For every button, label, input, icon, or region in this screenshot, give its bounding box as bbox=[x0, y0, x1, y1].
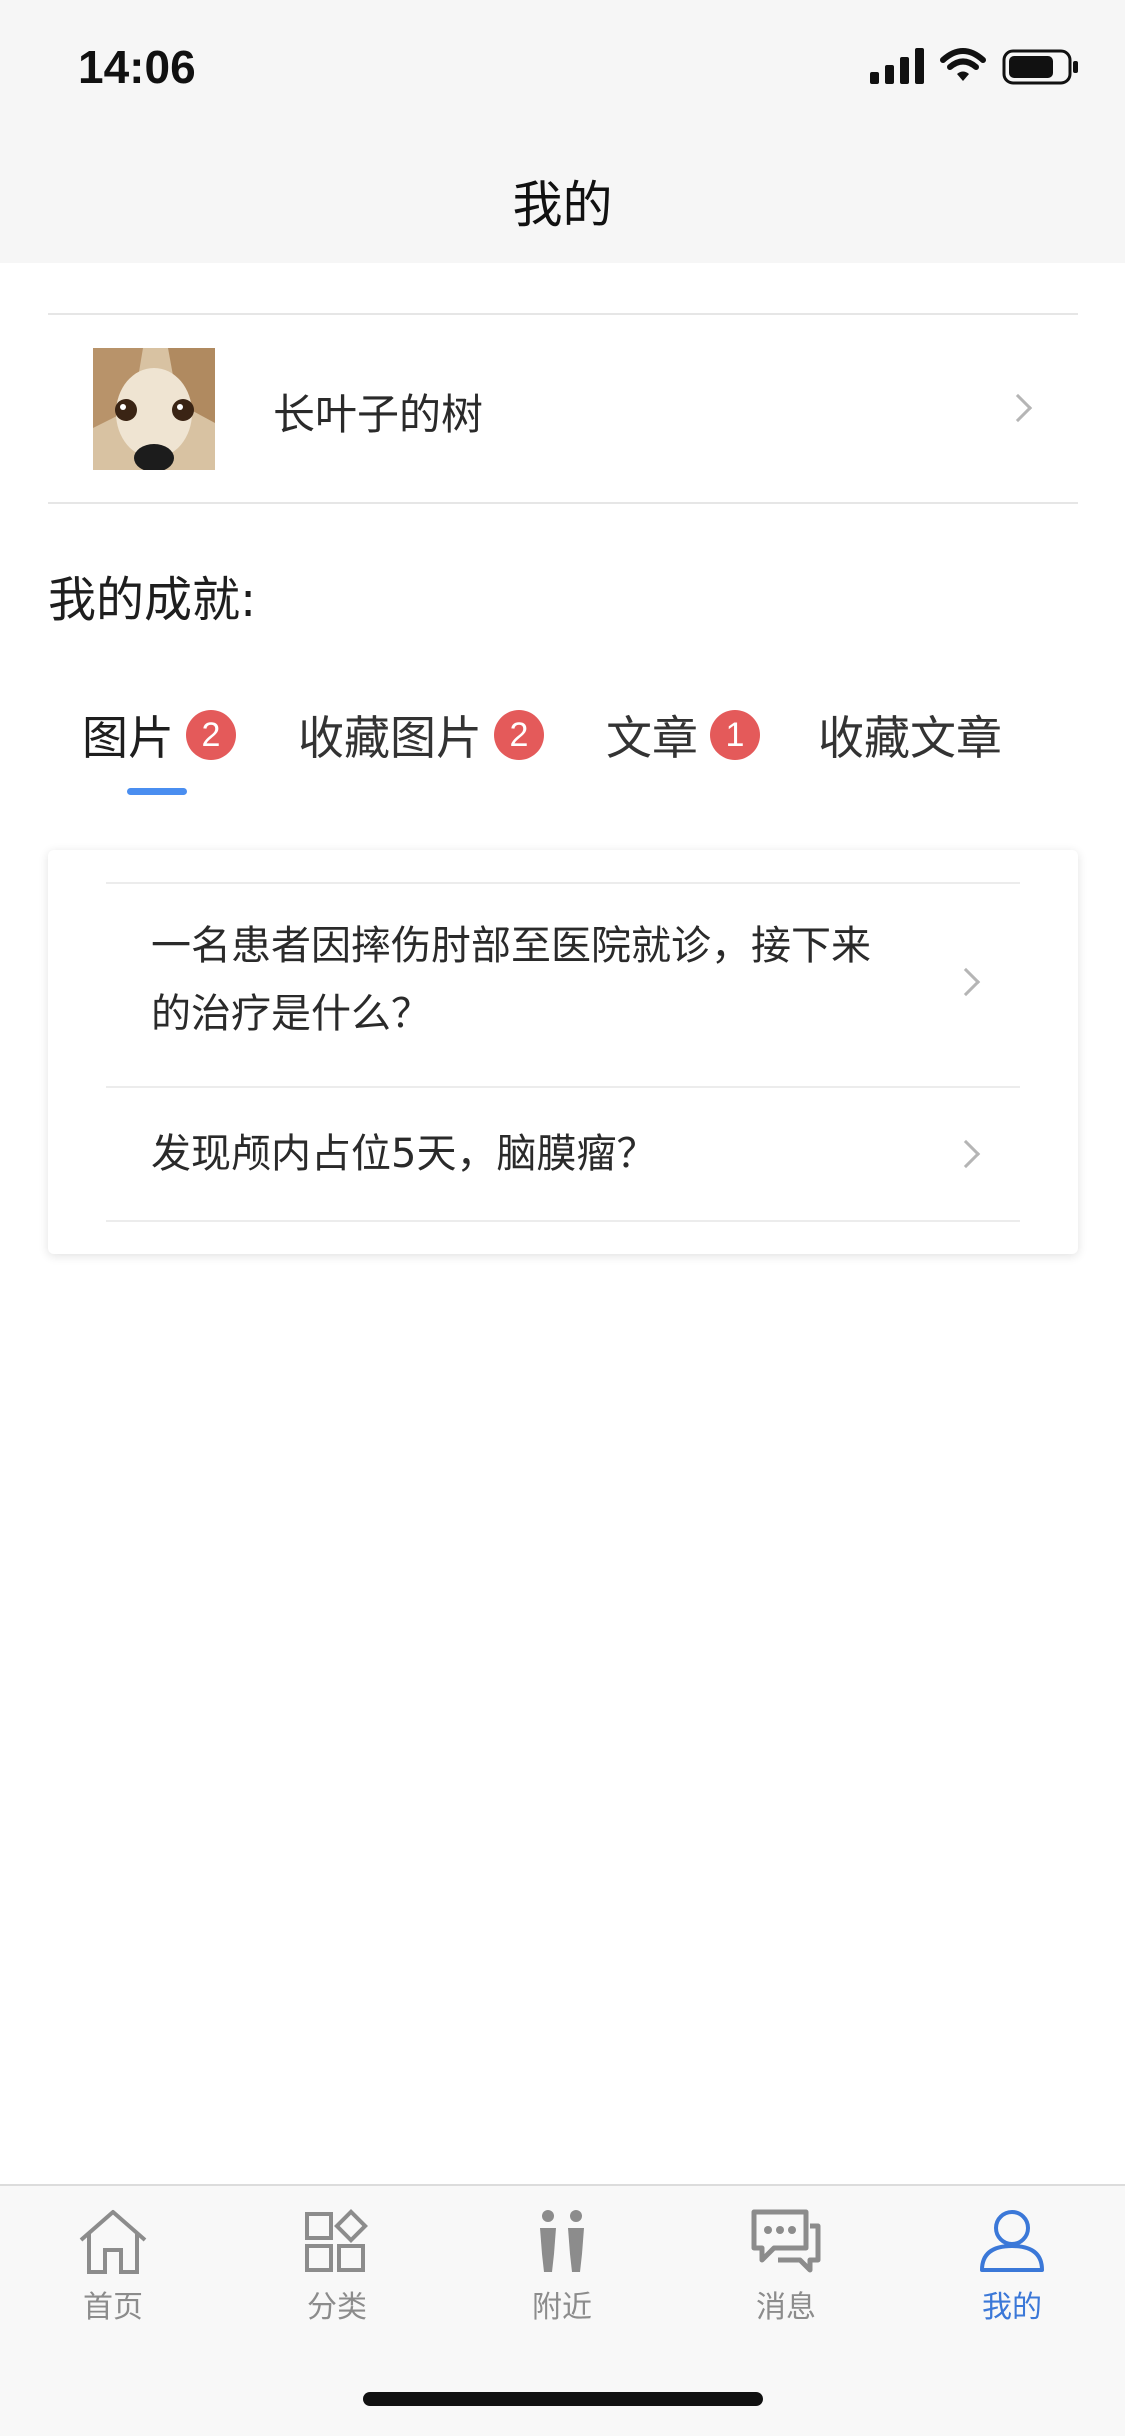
nearby-icon bbox=[540, 2210, 584, 2272]
tab-saved-articles[interactable]: 收藏文章 bbox=[818, 700, 1002, 770]
tab-saved-pictures[interactable]: 收藏图片 2 bbox=[298, 700, 544, 770]
divider bbox=[48, 502, 1078, 504]
profile-icon bbox=[980, 2210, 1044, 2272]
tab-label: 收藏图片 bbox=[298, 711, 482, 765]
achievement-tabs: 图片 2 收藏图片 2 文章 1 收藏文章 bbox=[0, 700, 1125, 800]
tabbar-label: 首页 bbox=[83, 2290, 143, 2325]
header: 14:06 我的 bbox=[0, 0, 1125, 263]
count-badge: 2 bbox=[186, 710, 236, 760]
count-badge: 1 bbox=[710, 710, 760, 760]
tabbar-item-nearby[interactable]: 附近 bbox=[492, 2206, 632, 2326]
home-icon bbox=[79, 2210, 147, 2274]
tabbar-label: 消息 bbox=[756, 2290, 816, 2325]
status-time: 14:06 bbox=[78, 41, 196, 93]
tabbar-item-category[interactable]: 分类 bbox=[267, 2206, 407, 2326]
tab-label: 图片 bbox=[82, 711, 174, 765]
article-title: 一名患者因摔伤肘部至医院就诊，接下来的治疗是什么？ bbox=[151, 923, 871, 1037]
battery-icon bbox=[1002, 49, 1078, 85]
article-list-card: 一名患者因摔伤肘部至医院就诊，接下来的治疗是什么？ 发现颅内占位5天，脑膜瘤？ bbox=[48, 850, 1078, 1254]
tabbar-label: 分类 bbox=[307, 2290, 367, 2325]
profile-row[interactable]: 长叶子的树 bbox=[48, 316, 1078, 502]
message-icon bbox=[751, 2209, 821, 2273]
list-item[interactable]: 一名患者因摔伤肘部至医院就诊，接下来的治疗是什么？ bbox=[106, 884, 1020, 1084]
tabbar-label: 我的 bbox=[982, 2290, 1042, 2325]
chevron-right-icon bbox=[951, 967, 981, 997]
divider bbox=[106, 1220, 1020, 1222]
tabbar-item-messages[interactable]: 消息 bbox=[716, 2206, 856, 2326]
article-title: 发现颅内占位5天，脑膜瘤？ bbox=[151, 1131, 657, 1177]
active-tab-indicator bbox=[127, 788, 187, 795]
tabbar-item-home[interactable]: 首页 bbox=[43, 2206, 183, 2326]
chevron-right-icon bbox=[1003, 393, 1033, 423]
tabbar-item-profile[interactable]: 我的 bbox=[942, 2206, 1082, 2326]
tabbar-label: 附近 bbox=[532, 2290, 592, 2325]
count-badge: 2 bbox=[494, 710, 544, 760]
achievements-title: 我的成就: bbox=[48, 572, 257, 628]
tab-pictures[interactable]: 图片 2 bbox=[82, 700, 236, 770]
avatar bbox=[93, 348, 215, 470]
tab-label: 文章 bbox=[606, 711, 698, 765]
username: 长叶子的树 bbox=[273, 390, 484, 439]
home-indicator[interactable] bbox=[363, 2392, 763, 2406]
chevron-right-icon bbox=[951, 1139, 981, 1169]
category-icon bbox=[305, 2209, 368, 2272]
tab-label: 收藏文章 bbox=[818, 711, 1002, 765]
page-title: 我的 bbox=[512, 176, 613, 234]
list-item[interactable]: 发现颅内占位5天，脑膜瘤？ bbox=[106, 1088, 1020, 1220]
divider bbox=[48, 313, 1078, 315]
signal-icon bbox=[870, 48, 924, 84]
tab-articles[interactable]: 文章 1 bbox=[606, 700, 760, 770]
wifi-icon bbox=[940, 48, 986, 81]
